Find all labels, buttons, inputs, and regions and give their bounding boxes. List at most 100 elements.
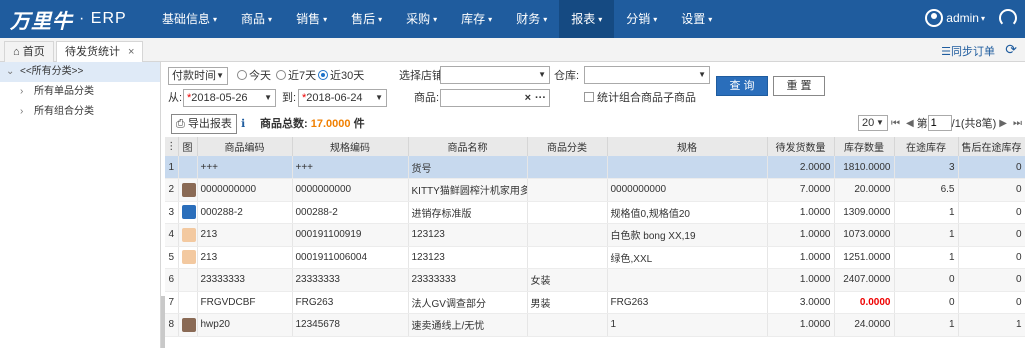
spec-cell (607, 156, 768, 179)
product-thumbnail[interactable] (181, 227, 196, 242)
row-number-cell: 3 (165, 201, 179, 224)
tab-home[interactable]: ⌂ 首页 (4, 41, 54, 62)
nav-item[interactable]: 财务 ▾ (504, 0, 559, 38)
category-cell (527, 201, 608, 224)
support-headset-icon[interactable] (999, 9, 1017, 27)
table-row[interactable]: 3 000288-2 000288-2 进销存标准版 规格值0,规格值20 1.0000 1… (165, 201, 1025, 224)
radio-7days[interactable]: 近7天 (276, 68, 316, 84)
nav-item-label: 设置 (681, 12, 706, 26)
nav-item[interactable]: 基础信息 ▾ (150, 0, 229, 38)
nav-item[interactable]: 设置 ▾ (669, 0, 724, 38)
last-page-icon[interactable]: ⏭ (1013, 118, 1022, 129)
prev-page-icon[interactable]: ◀ (906, 118, 914, 129)
combo-checkbox[interactable]: 统计组合商品子商品 (584, 90, 696, 106)
in-transit-cell: 0 (894, 268, 959, 292)
after-sale-transit-cell: 0 (958, 246, 1025, 269)
table-row[interactable]: 7 FRGVDCBF FRG263 法人GV调查部分 男装 FRG263 3.0000 0.0… (165, 291, 1025, 314)
sidebar-item-combo[interactable]: › 所有组合分类 (0, 102, 160, 122)
table-row[interactable]: 6 23333333 23333333 23333333 女装 1.0000 2407.00… (165, 268, 1025, 292)
nav-item[interactable]: 报表 ▾ (559, 0, 615, 38)
next-page-icon[interactable]: ▶ (999, 118, 1007, 129)
refresh-icon[interactable]: ⟳ (1005, 41, 1017, 58)
chevron-down-icon: ▾ (213, 14, 218, 24)
nav-item[interactable]: 销售 ▾ (284, 0, 339, 38)
column-header[interactable]: 在途库存 (894, 137, 959, 156)
tab-current[interactable]: 待发货统计 × (56, 41, 144, 63)
product-thumbnail[interactable] (181, 205, 196, 220)
column-header[interactable]: 规格 (607, 137, 768, 156)
app-logo[interactable]: 万里牛 · ERP (10, 6, 127, 33)
radio-today[interactable]: 今天 (237, 68, 271, 84)
table-row[interactable]: 8 hwp20 12345678 速卖通线上/无忧 1 1.0000 24.0000 1 1 (165, 313, 1025, 337)
close-icon[interactable]: × (128, 46, 134, 58)
table-row[interactable]: 5 213 0001911006004 123123 绿色,XXL 1.0000 1251.… (165, 246, 1025, 269)
chevron-down-icon: ▼ (216, 71, 224, 80)
product-thumbnail[interactable] (181, 317, 196, 332)
shop-select[interactable]: ▼ (440, 66, 550, 84)
table-header-row: ⋮ 图 商品编码 规格编码 商品名称 商品分类 规格 待发货数量 库存数量 在途… (165, 137, 1025, 156)
column-header[interactable]: 商品分类 (527, 137, 608, 156)
image-cell (178, 178, 198, 202)
goods-name-cell: 进销存标准版 (408, 201, 528, 224)
info-icon[interactable]: ℹ (241, 116, 245, 132)
radio-label: 今天 (249, 70, 271, 82)
column-header[interactable]: 规格编码 (292, 137, 409, 156)
product-thumbnail[interactable] (181, 182, 196, 197)
warehouse-select[interactable]: ▼ (584, 66, 710, 84)
goods-code-cell: hwp20 (197, 313, 293, 337)
top-navbar: 万里牛 · ERP 基础信息 ▾ 商品 ▾ 销售 ▾ 售后 ▾ 采购 ▾ 库存 ▾ 财务 ▾ 报表 ▾ 分销 ▾ 设… (0, 0, 1025, 38)
nav-item[interactable]: 商品 ▾ (229, 0, 284, 38)
more-icon[interactable]: ··· (535, 90, 546, 106)
page-number-input[interactable] (927, 115, 952, 131)
image-cell (178, 201, 198, 224)
spec-code-cell: FRG263 (292, 291, 409, 314)
table-row[interactable]: 1 +++ +++ 货号 2.0000 1810.0000 3 0 (165, 156, 1025, 179)
date-from-input[interactable]: *2018-05-26 ▼ (183, 89, 276, 107)
stock-qty-cell: 1073.0000 (834, 223, 895, 247)
user-menu[interactable]: admin ▾ (925, 9, 985, 27)
nav-item-label: 基础信息 (162, 12, 211, 26)
nav-item-label: 分销 (626, 12, 651, 26)
query-button[interactable]: 查 询 (716, 76, 768, 96)
column-header[interactable]: 售后在途库存 (958, 137, 1025, 156)
column-header[interactable]: 库存数量 (834, 137, 895, 156)
goods-input[interactable]: × ··· (440, 89, 550, 107)
sidebar-item-single[interactable]: › 所有单品分类 (0, 82, 160, 102)
column-header[interactable]: 图 (178, 137, 198, 156)
table-row[interactable]: 4 213 000191100919 123123 白色款 bong XX,19 1.00… (165, 223, 1025, 247)
chevron-down-icon: ▼ (264, 93, 272, 102)
table-row[interactable]: 200000000000000000000KITTY猫鲜圆榨汁机家用多功0000… (165, 178, 1025, 202)
report-panel: 付款时间 ▼ 今天 近7天 近30天 选择店铺: ▼ 仓库: ▼ 查 询 重 置 … (165, 62, 1025, 348)
nav-item[interactable]: 分销 ▾ (614, 0, 669, 38)
first-page-icon[interactable]: ⏮ (891, 118, 900, 129)
date-to-input[interactable]: *2018-06-24 ▼ (298, 89, 387, 107)
clear-icon[interactable]: × (525, 90, 531, 106)
spec-code-cell: +++ (292, 156, 409, 179)
page-size-select[interactable]: 20 ▼ (857, 115, 888, 131)
time-type-select[interactable]: 付款时间 ▼ (168, 67, 228, 85)
spec-cell: 白色款 bong XX,19 (607, 223, 768, 247)
after-sale-transit-cell: 0 (958, 156, 1025, 179)
export-button[interactable]: ⎙ 导出报表 (171, 114, 237, 134)
nav-item[interactable]: 采购 ▾ (394, 0, 449, 38)
radio-30days[interactable]: 近30天 (318, 68, 364, 84)
column-menu-icon[interactable]: ⋮ (165, 137, 179, 156)
sync-orders-link[interactable]: ☰同步订单 (941, 43, 995, 59)
column-header[interactable]: 待发货数量 (767, 137, 835, 156)
column-header[interactable]: 商品编码 (197, 137, 293, 156)
image-cell (178, 246, 198, 269)
after-sale-transit-cell: 0 (958, 178, 1025, 202)
reset-button[interactable]: 重 置 (773, 76, 825, 96)
page-label: 第 (916, 118, 928, 130)
chevron-down-icon: ▼ (876, 118, 884, 127)
row-number-cell: 2 (165, 178, 179, 202)
column-header[interactable]: 商品名称 (408, 137, 528, 156)
product-thumbnail[interactable] (181, 250, 196, 265)
category-cell: 男装 (527, 291, 608, 314)
nav-item[interactable]: 库存 ▾ (449, 0, 504, 38)
goods-code-cell: 213 (197, 246, 293, 269)
sidebar-item-all[interactable]: ⌄ <<所有分类>> (0, 62, 160, 82)
nav-item[interactable]: 售后 ▾ (339, 0, 394, 38)
spec-code-cell: 0000000000 (292, 178, 409, 202)
nav-item-label: 售后 (351, 12, 376, 26)
